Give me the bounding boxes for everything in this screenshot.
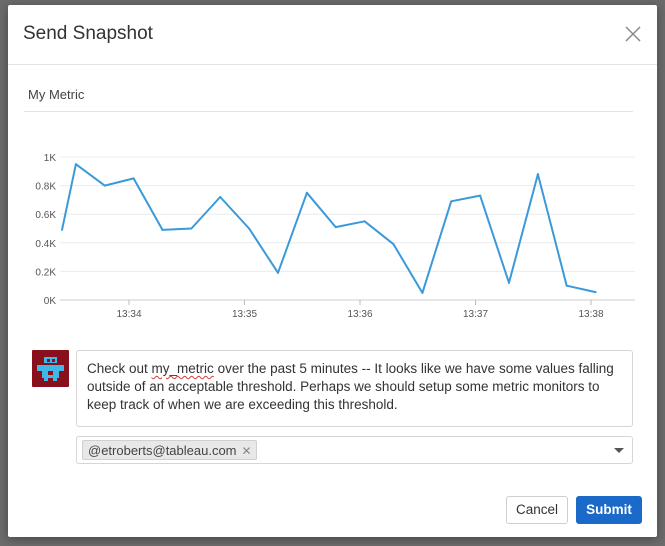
data-point (190, 227, 193, 230)
data-point (61, 228, 64, 231)
recipient-select[interactable]: @etroberts@tableau.com ✕ (76, 436, 633, 464)
data-point (74, 163, 77, 166)
avatar (32, 350, 69, 387)
data-point (305, 191, 308, 194)
data-point (421, 291, 424, 294)
recipient-chip: @etroberts@tableau.com ✕ (82, 440, 257, 460)
data-point (248, 227, 251, 230)
data-point (276, 271, 279, 274)
data-point (103, 184, 106, 187)
submit-button[interactable]: Submit (576, 496, 642, 524)
data-point (363, 220, 366, 223)
x-tick-label: 13:36 (347, 309, 372, 320)
data-point (161, 228, 164, 231)
comment-text-start: Check out (87, 361, 152, 376)
metric-chart: 0K 0.2K 0.4K 0.6K 0.8K 1K 13:34 13:35 13:36 13:37… (35, 153, 635, 320)
y-tick-label: 0.4K (35, 239, 56, 250)
recipient-email: @etroberts@tableau.com (88, 443, 237, 458)
data-point (334, 226, 337, 229)
data-point (392, 243, 395, 246)
cancel-button[interactable]: Cancel (506, 496, 568, 524)
misspelled-word: my_metric (151, 361, 214, 376)
y-tick-label: 0K (44, 296, 57, 307)
series-line (61, 163, 596, 294)
x-tick-label: 13:38 (578, 309, 603, 320)
y-tick-label: 0.6K (35, 210, 56, 221)
y-tick-label: 0.2K (35, 267, 56, 278)
comment-textarea[interactable]: Check out my_metric over the past 5 minu… (76, 350, 633, 427)
user-avatar-identicon (37, 357, 64, 381)
chevron-down-icon[interactable] (614, 448, 624, 453)
data-point (536, 173, 539, 176)
y-tick-label: 0.8K (35, 182, 56, 193)
data-point (219, 196, 222, 199)
data-point (450, 200, 453, 203)
x-tick-label: 13:35 (232, 309, 257, 320)
data-point (594, 291, 597, 294)
data-point (479, 194, 482, 197)
remove-recipient-icon[interactable]: ✕ (242, 444, 252, 458)
send-snapshot-dialog: Send Snapshot My Metric 0K 0.2K 0.4K 0.6K 0.… (8, 5, 657, 537)
y-tick-label: 1K (44, 153, 57, 164)
data-point (507, 281, 510, 284)
data-point (132, 177, 135, 180)
x-tick-label: 13:37 (463, 309, 488, 320)
data-point (565, 284, 568, 287)
x-tick-label: 13:34 (116, 309, 141, 320)
